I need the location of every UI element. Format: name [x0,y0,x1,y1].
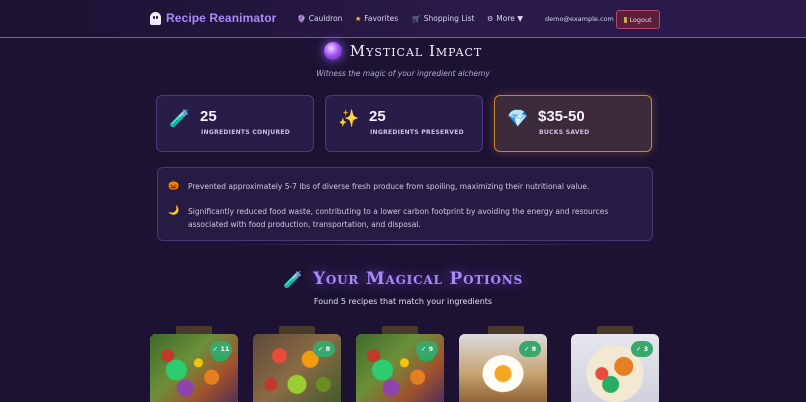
cauldron-icon: 🔮 [297,14,306,23]
nav-dropdown-more[interactable]: ⚙ More ▼ [487,14,523,23]
nav-link-label: Cauldron [308,14,343,23]
logout-label: Logout [629,15,652,24]
nav-link-favorites[interactable]: ★ Favorites [355,14,398,23]
recipe-card[interactable]: ✓ 9 [356,334,444,402]
gem-icon: 💎 [507,109,529,129]
potion-icon: 🧪 [283,269,303,289]
match-count-badge: ✓ 8 [313,341,335,357]
nav-link-cauldron[interactable]: 🔮 Cauldron [297,14,342,23]
top-navbar: Recipe Reanimator 🔮 Cauldron ★ Favorites… [0,0,806,38]
ghost-icon [150,11,161,25]
stat-card-savings: 💎 $35-50 BUCKS SAVED [494,95,652,152]
nav-link-label: Favorites [364,14,399,23]
impact-header: Mystical Impact [0,42,806,60]
match-count-badge: ✓ 3 [631,341,653,357]
potions-subtitle: Found 5 recipes that match your ingredie… [313,297,493,306]
recipe-card[interactable]: ✓ 8 [253,334,341,402]
user-email: demo@example.com [545,15,614,23]
logout-button[interactable]: Logout [616,10,660,29]
impact-details-box: 🎃 Prevented approximately 5-7 lbs of div… [157,167,653,241]
sparkles-icon: ✨ [338,109,360,129]
stat-label: INGREDIENTS PRESERVED [370,129,464,136]
match-count-badge: ✓ 9 [416,341,438,357]
moon-icon: 🌙 [168,206,180,216]
stat-label: INGREDIENTS CONJURED [201,129,291,136]
pumpkin-icon: 🎃 [168,181,180,191]
recipe-card[interactable]: ✓ 11 [150,334,238,402]
nav-link-shopping-list[interactable]: 🛒 Shopping List [412,14,474,23]
brand-name: Recipe Reanimator [166,11,277,25]
star-icon: ★ [355,14,362,23]
brand-logo[interactable]: Recipe Reanimator [150,11,276,25]
gear-icon: ⚙ [487,14,494,23]
impact-title: Mystical Impact [349,42,483,60]
impact-note-text: Significantly reduced food waste, contri… [188,207,609,229]
potions-header: 🧪 Your Magical Potions [0,269,806,289]
impact-note-text: Prevented approximately 5-7 lbs of diver… [188,182,590,191]
stat-value: $35-50 [538,108,585,125]
stat-card-preserved: ✨ 25 INGREDIENTS PRESERVED [325,95,483,152]
nav-link-label: Shopping List [423,14,475,23]
recipe-card[interactable]: ✓ 8 [459,334,547,402]
nav-link-label: More ▼ [496,14,524,23]
stat-value: 25 [369,108,386,125]
stat-value: 25 [200,108,217,125]
impact-subtitle: Witness the magic of your ingredient alc… [316,69,490,78]
stat-card-conjured: 🧪 25 INGREDIENTS CONJURED [156,95,314,152]
match-count-badge: ✓ 11 [210,341,232,357]
impact-note: 🌙 Significantly reduced food waste, cont… [168,205,638,231]
door-icon [624,16,628,23]
section-divider [225,244,610,245]
impact-note: 🎃 Prevented approximately 5-7 lbs of div… [168,180,638,193]
crystal-ball-icon [323,42,342,60]
test-tube-icon: 🧪 [169,109,191,129]
match-count-badge: ✓ 8 [519,341,541,357]
recipe-card[interactable]: ✓ 3 [571,334,659,402]
stat-label: BUCKS SAVED [539,129,590,136]
cart-icon: 🛒 [412,14,421,23]
potions-title: Your Magical Potions [312,269,523,289]
